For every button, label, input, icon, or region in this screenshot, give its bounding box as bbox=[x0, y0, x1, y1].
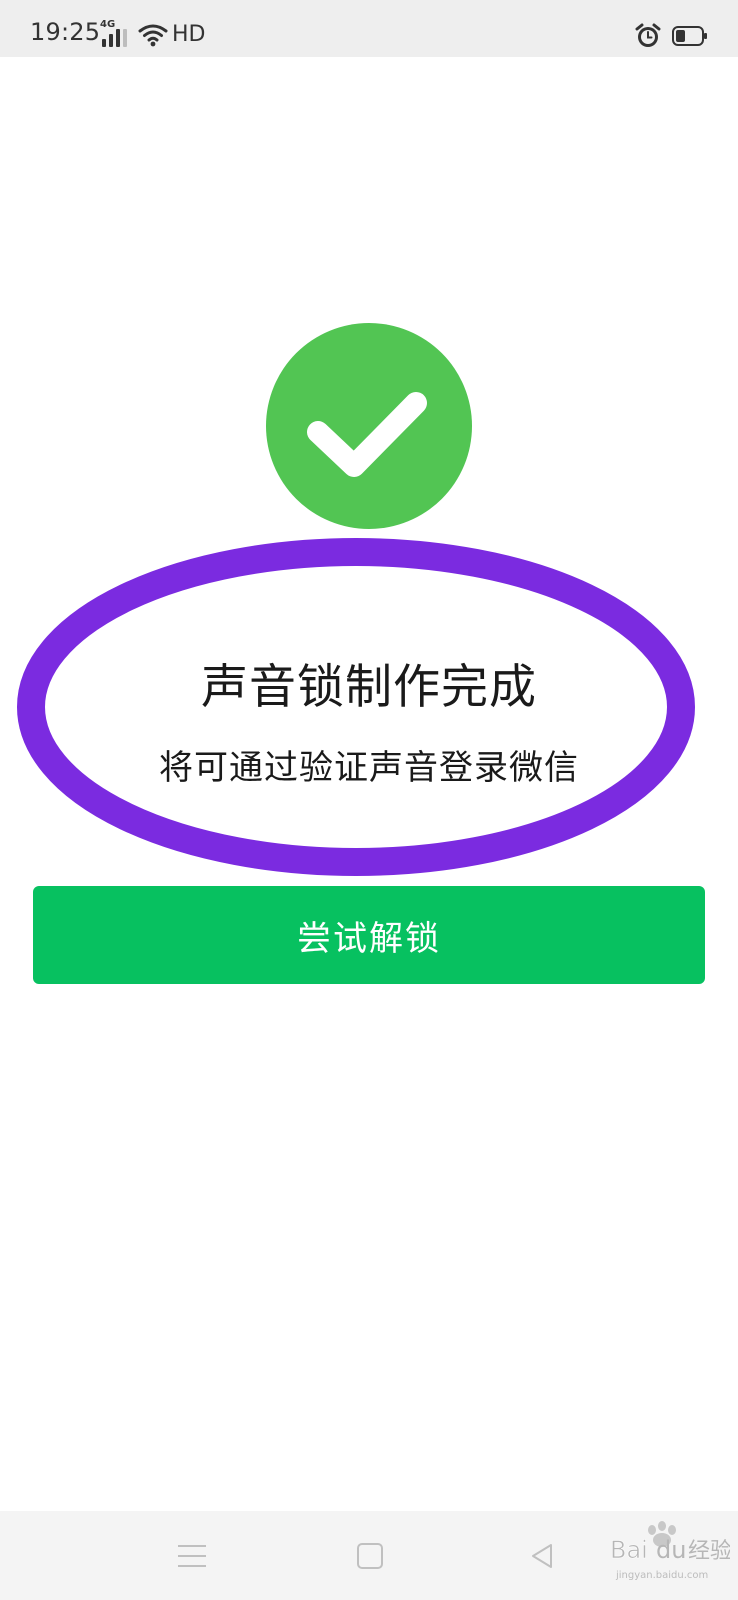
result-subtitle: 将可通过验证声音登录微信 bbox=[159, 748, 579, 788]
battery-icon bbox=[672, 25, 708, 47]
wifi-icon bbox=[138, 22, 168, 48]
alarm-icon bbox=[634, 22, 662, 50]
main-content: 声音锁制作完成 将可通过验证声音登录微信 尝试解锁 bbox=[0, 57, 738, 1511]
success-badge bbox=[266, 323, 472, 529]
status-bar: 19:25 4G HD bbox=[0, 0, 738, 57]
svg-text:du: du bbox=[656, 1536, 686, 1564]
svg-text:Bai: Bai bbox=[610, 1536, 648, 1564]
hd-label: HD bbox=[172, 22, 206, 47]
status-time: 19:25 bbox=[30, 18, 101, 46]
signal-icon: 4G bbox=[100, 20, 130, 48]
home-icon[interactable] bbox=[340, 1511, 400, 1600]
svg-text:经验: 经验 bbox=[688, 1539, 730, 1564]
baidu-jingyan-watermark: Bai du 经验 jingyan.baidu.com bbox=[610, 1521, 730, 1581]
menu-icon[interactable] bbox=[162, 1511, 222, 1600]
result-title: 声音锁制作完成 bbox=[201, 660, 537, 715]
try-unlock-button[interactable]: 尝试解锁 bbox=[33, 886, 705, 984]
back-icon[interactable] bbox=[512, 1511, 572, 1600]
check-icon bbox=[307, 392, 427, 477]
svg-text:jingyan.baidu.com: jingyan.baidu.com bbox=[615, 1570, 708, 1581]
